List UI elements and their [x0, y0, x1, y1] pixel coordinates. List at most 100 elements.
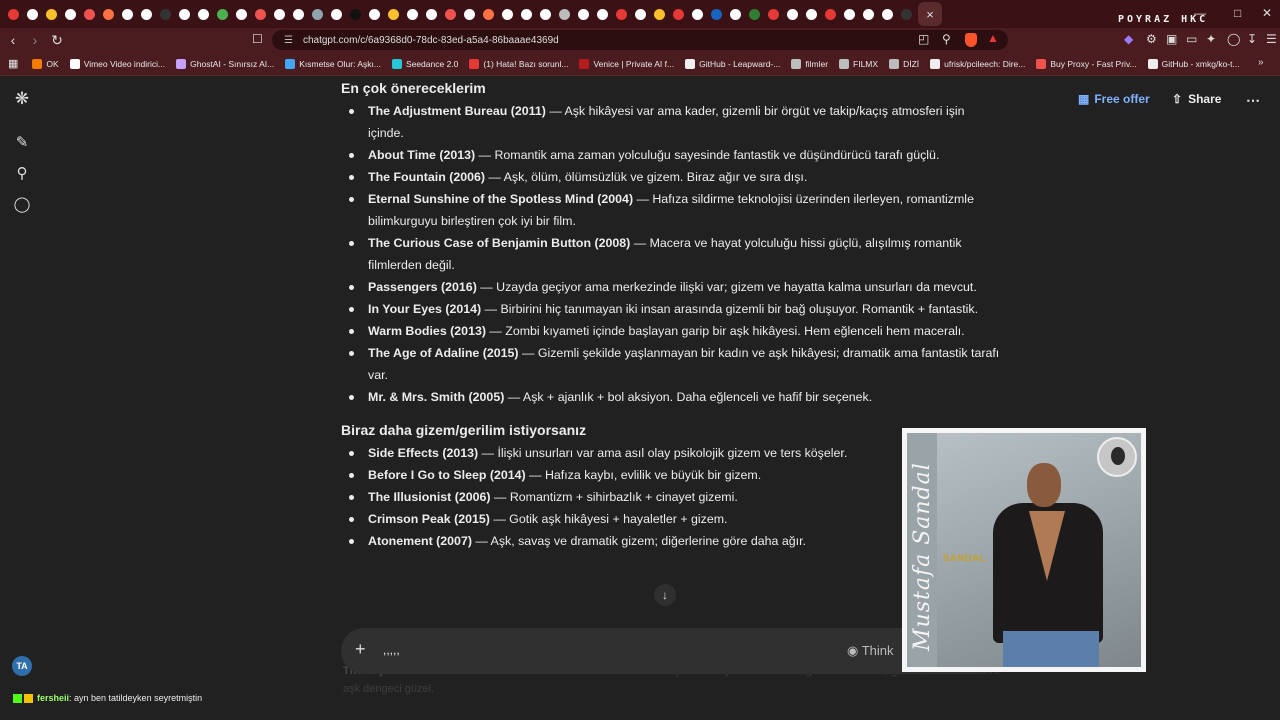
tab-favicon-icon[interactable] — [308, 0, 327, 28]
puzzle-icon[interactable]: ⚙ — [1146, 32, 1157, 46]
tab-favicon-icon[interactable] — [821, 0, 840, 28]
tab-favicon-icon[interactable] — [4, 0, 23, 28]
chat-bubble-icon[interactable]: ◯ — [13, 196, 31, 214]
tab-favicon-icon[interactable] — [441, 0, 460, 28]
think-button[interactable]: ◉ Think — [847, 643, 894, 659]
bookmark-item[interactable]: FILMX — [839, 58, 878, 69]
tab-favicon-icon[interactable] — [688, 0, 707, 28]
leo-icon[interactable]: ✦ — [1206, 32, 1216, 46]
address-bar[interactable]: ☰ chatgpt.com/c/6a9368d0-78dc-83ed-a5a4-… — [272, 30, 1008, 50]
tab-favicon-icon[interactable] — [726, 0, 745, 28]
minimize-button[interactable]: — — [1194, 6, 1206, 20]
avatar[interactable]: TA — [12, 656, 32, 676]
bookmark-item[interactable]: GhostAI - Sınırsız AI... — [176, 58, 274, 69]
tab-favicon-icon[interactable] — [403, 0, 422, 28]
tab-favicon-icon[interactable] — [422, 0, 441, 28]
bookmark-item[interactable]: Venice | Private AI f... — [579, 58, 674, 69]
tab-favicon-icon[interactable] — [859, 0, 878, 28]
tab-favicon-icon[interactable] — [270, 0, 289, 28]
bookmark-item[interactable]: GitHub - xmkg/ko-t... — [1147, 58, 1240, 69]
reload-icon[interactable]: ↻ — [46, 32, 68, 49]
bookmark-item[interactable]: Kısmetse Olur: Aşkı... — [285, 58, 381, 69]
tab-favicon-icon[interactable] — [517, 0, 536, 28]
tab-favicon-icon[interactable] — [156, 0, 175, 28]
forward-icon[interactable]: › — [24, 32, 46, 48]
tab-favicon-icon[interactable] — [612, 0, 631, 28]
more-options-button[interactable]: ⋯ — [1246, 92, 1260, 109]
tab-favicon-icon[interactable] — [213, 0, 232, 28]
scroll-down-button[interactable]: ↓ — [654, 584, 676, 606]
tab-favicon-icon[interactable] — [175, 0, 194, 28]
tab-favicon-icon[interactable] — [232, 0, 251, 28]
search-icon[interactable]: ⚲ — [13, 165, 31, 183]
active-tab-close-button[interactable]: × — [918, 2, 942, 26]
tab-favicon-icon[interactable] — [536, 0, 555, 28]
tab-favicon-icon[interactable] — [574, 0, 593, 28]
extension-icon[interactable]: ◆ — [1124, 32, 1133, 46]
tab-favicon-icon[interactable] — [327, 0, 346, 28]
bookmark-item[interactable]: GitHub - Leapward-... — [685, 58, 780, 69]
tab-favicon-icon[interactable] — [802, 0, 821, 28]
tab-favicon-icon[interactable] — [555, 0, 574, 28]
bookmark-item[interactable]: ufrisk/pcileech: Dire... — [930, 58, 1025, 69]
apps-grid-icon[interactable]: ▦ — [8, 57, 18, 70]
chatgpt-logo-icon[interactable]: ❋ — [13, 90, 31, 108]
bookmark-item[interactable]: Seedance 2.0 — [391, 58, 458, 69]
bookmarks-overflow-icon[interactable]: » — [1258, 57, 1264, 68]
wallet-icon[interactable]: ▭ — [1186, 32, 1197, 46]
bookmark-favicon-icon — [579, 58, 590, 69]
bookmark-item[interactable]: Vimeo Video indirici... — [69, 58, 165, 69]
tab-favicon-icon[interactable] — [23, 0, 42, 28]
zoom-icon[interactable]: ⚲ — [942, 32, 951, 46]
tab-favicon-icon[interactable] — [194, 0, 213, 28]
bookmark-item[interactable]: OK — [32, 58, 59, 69]
tab-favicon-icon[interactable] — [346, 0, 365, 28]
add-attachment-button[interactable]: + — [355, 639, 366, 660]
new-chat-icon[interactable]: ✎ — [13, 134, 31, 152]
site-info-icon[interactable]: ☰ — [284, 35, 293, 46]
tab-favicon-icon[interactable] — [289, 0, 308, 28]
tab-favicon-icon[interactable] — [137, 0, 156, 28]
share-button[interactable]: ⇧ Share — [1172, 92, 1221, 106]
tab-favicon-icon[interactable] — [498, 0, 517, 28]
back-icon[interactable]: ‹ — [2, 32, 24, 48]
vpn-icon[interactable]: ◯ — [1227, 32, 1240, 46]
tab-favicon-icon[interactable] — [878, 0, 897, 28]
maximize-button[interactable]: □ — [1234, 6, 1241, 20]
bookmark-item[interactable]: (1) Hata! Bazı sorunl... — [469, 58, 568, 69]
tab-favicon-icon[interactable] — [593, 0, 612, 28]
close-window-button[interactable]: ✕ — [1262, 6, 1272, 20]
bookmark-item[interactable]: Buy Proxy - Fast Priv... — [1036, 58, 1137, 69]
bookmark-page-icon[interactable]: ☐ — [252, 32, 263, 46]
bookmark-item[interactable]: DİZİ — [889, 58, 919, 69]
brave-rewards-icon[interactable]: ▲ — [987, 31, 999, 45]
tab-favicon-icon[interactable] — [384, 0, 403, 28]
tab-favicon-icon[interactable] — [365, 0, 384, 28]
tab-favicon-icon[interactable] — [99, 0, 118, 28]
tab-favicon-icon[interactable] — [80, 0, 99, 28]
tab-favicon-icon[interactable] — [783, 0, 802, 28]
sidebar-toggle-icon[interactable]: ▣ — [1166, 32, 1177, 46]
tab-favicon-icon[interactable] — [251, 0, 270, 28]
tab-favicon-icon[interactable] — [669, 0, 688, 28]
translate-icon[interactable]: ◰ — [918, 32, 929, 46]
message-input[interactable]: ,,,,, — [383, 643, 400, 657]
menu-icon[interactable]: ☰ — [1266, 32, 1277, 46]
free-offer-button[interactable]: ▦ Free offer — [1078, 92, 1150, 106]
download-icon[interactable]: ↧ — [1247, 32, 1257, 46]
brave-shields-icon[interactable] — [965, 33, 977, 50]
tab-favicon-icon[interactable] — [764, 0, 783, 28]
tab-favicon-icon[interactable] — [840, 0, 859, 28]
tab-favicon-icon[interactable] — [118, 0, 137, 28]
tab-favicon-icon[interactable] — [650, 0, 669, 28]
tab-favicon-icon[interactable] — [460, 0, 479, 28]
tab-favicon-icon[interactable] — [631, 0, 650, 28]
tab-favicon-icon[interactable] — [479, 0, 498, 28]
tab-favicon-icon[interactable] — [707, 0, 726, 28]
tab-favicon-icon[interactable] — [897, 0, 916, 28]
tab-favicon-icon[interactable] — [745, 0, 764, 28]
tab-favicon-icon[interactable] — [42, 0, 61, 28]
url-text[interactable]: chatgpt.com/c/6a9368d0-78dc-83ed-a5a4-86… — [303, 35, 559, 46]
bookmark-item[interactable]: filmler — [791, 58, 828, 69]
tab-favicon-icon[interactable] — [61, 0, 80, 28]
